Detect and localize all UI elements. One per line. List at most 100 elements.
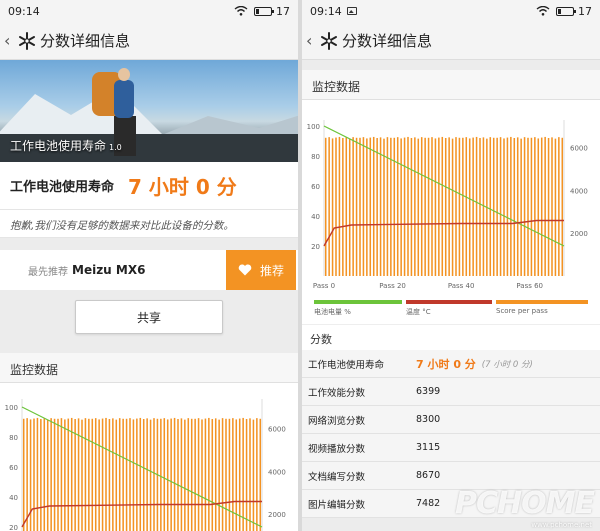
x-tick-label: Pass 20 <box>379 282 406 290</box>
score-bar <box>218 419 220 531</box>
score-bar <box>22 418 25 531</box>
score-bar <box>479 138 481 276</box>
legend-battery-swatch <box>314 300 402 304</box>
score-bar <box>335 137 337 276</box>
score-bar <box>362 137 365 276</box>
recommend-button[interactable]: 推荐 <box>226 250 296 290</box>
monitor-title-right: 监控数据 <box>302 70 600 100</box>
score-bar <box>455 137 457 276</box>
score-bar <box>393 137 396 276</box>
score-bar <box>462 137 464 276</box>
score-bar <box>105 417 107 531</box>
chart-legend: 电池电量 % 温度 °C Score per pass <box>302 298 600 324</box>
score-bar <box>221 418 224 531</box>
score-bar <box>245 419 248 531</box>
score-row-value: 3115 <box>416 442 441 453</box>
score-bar <box>228 418 231 531</box>
score-bar <box>516 137 519 276</box>
score-row-value: 6399 <box>416 386 441 397</box>
score-bar <box>530 137 533 276</box>
hero-banner: 工作电池使用寿命 1.0 <box>0 60 298 162</box>
score-bar <box>170 418 172 531</box>
legend-score-swatch <box>496 300 588 304</box>
score-row-label: 网络浏览分数 <box>308 415 366 427</box>
score-bar <box>359 137 361 276</box>
scores-title: 分数 <box>302 324 600 350</box>
back-chevron-icon[interactable]: ‹ <box>4 31 14 50</box>
y-left-tick-label: 60 <box>311 183 320 191</box>
score-bar <box>513 138 516 276</box>
score-bar <box>180 418 183 531</box>
score-row-label: 图片编辑分数 <box>308 499 366 511</box>
score-bar <box>40 419 42 531</box>
score-bar <box>420 137 423 276</box>
score-bar <box>163 418 166 531</box>
score-row-label: 工作电池使用寿命 <box>308 359 385 371</box>
monitor-section: 监控数据 100 80 60 40 20 6000 4000 2000 <box>0 353 298 531</box>
score-row-sub: (7 小时 0 分) <box>481 359 533 370</box>
score-bar <box>173 417 176 531</box>
score-row-value: 7482 <box>416 498 441 509</box>
score-bar <box>36 417 39 531</box>
score-bar <box>153 418 155 531</box>
score-bar <box>112 418 114 531</box>
score-label: 工作电池使用寿命 <box>10 180 115 195</box>
score-bar <box>441 136 444 276</box>
y-left-tick-label: 20 <box>311 243 320 251</box>
legend-battery: 电池电量 % <box>314 300 402 317</box>
watermark-url: www.pchome.net <box>531 521 592 529</box>
watermark-logo: PCHOME <box>455 486 595 521</box>
score-bar <box>142 419 145 531</box>
score-bar <box>407 136 409 276</box>
monitor-chart-box-right: 100 80 60 40 20 6000 4000 2000 Pass 0 Pass 20 Pass… <box>302 100 600 298</box>
battery-level-right: 17 <box>578 4 592 18</box>
score-bar <box>396 137 399 276</box>
score-bar <box>242 417 244 531</box>
score-bar <box>33 418 35 531</box>
score-bar <box>503 138 505 276</box>
status-bar-right: 09:14 17 <box>302 0 600 22</box>
score-bar <box>376 138 378 276</box>
x-tick-label: Pass 0 <box>313 282 335 290</box>
score-bar <box>417 138 420 276</box>
y-left-tick-label: 80 <box>311 153 320 161</box>
y-left-tick-label: 60 <box>9 464 18 472</box>
legend-score: Score per pass <box>496 300 588 315</box>
score-bar <box>427 137 430 276</box>
score-bar <box>190 418 193 531</box>
score-bar <box>53 418 56 531</box>
score-bar <box>482 137 485 276</box>
legend-temp-swatch <box>406 300 492 304</box>
score-bar <box>132 419 135 531</box>
share-button[interactable]: 共享 <box>75 300 223 334</box>
score-bar <box>211 419 214 531</box>
score-bar <box>43 418 46 531</box>
snowflake-logo-icon <box>19 31 35 50</box>
app-bar: ‹ 分数详细信息 <box>0 22 298 60</box>
y-left-tick-label: 40 <box>9 494 18 502</box>
y-left-tick-label: 100 <box>307 123 320 131</box>
score-bar <box>160 418 162 531</box>
score-bar <box>225 418 227 531</box>
recommend-button-label: 推荐 <box>259 263 284 278</box>
legend-score-label: Score per pass <box>496 307 548 315</box>
score-row-value: 7 小时 0 分 <box>416 357 476 371</box>
score-bar <box>551 137 553 276</box>
battery-level: 17 <box>276 4 290 18</box>
score-bar <box>523 137 526 276</box>
hero-version: 1.0 <box>109 143 122 152</box>
recommend-row: 最先推荐 Meizu MX6 推荐 <box>0 250 298 290</box>
score-bar <box>125 418 128 531</box>
score-bar <box>468 138 471 276</box>
score-bar <box>88 418 90 531</box>
score-bar <box>348 138 351 276</box>
score-bar <box>540 137 543 276</box>
y-left-tick-label: 80 <box>9 434 18 442</box>
score-bar <box>64 419 66 531</box>
score-row: 视频播放分数 3115 <box>302 434 600 462</box>
score-bar <box>214 418 217 531</box>
score-bar <box>256 418 258 531</box>
score-value: 7 小时 0 分 <box>128 175 237 199</box>
wifi-icon <box>234 6 248 16</box>
back-chevron-icon[interactable]: ‹ <box>306 31 316 50</box>
